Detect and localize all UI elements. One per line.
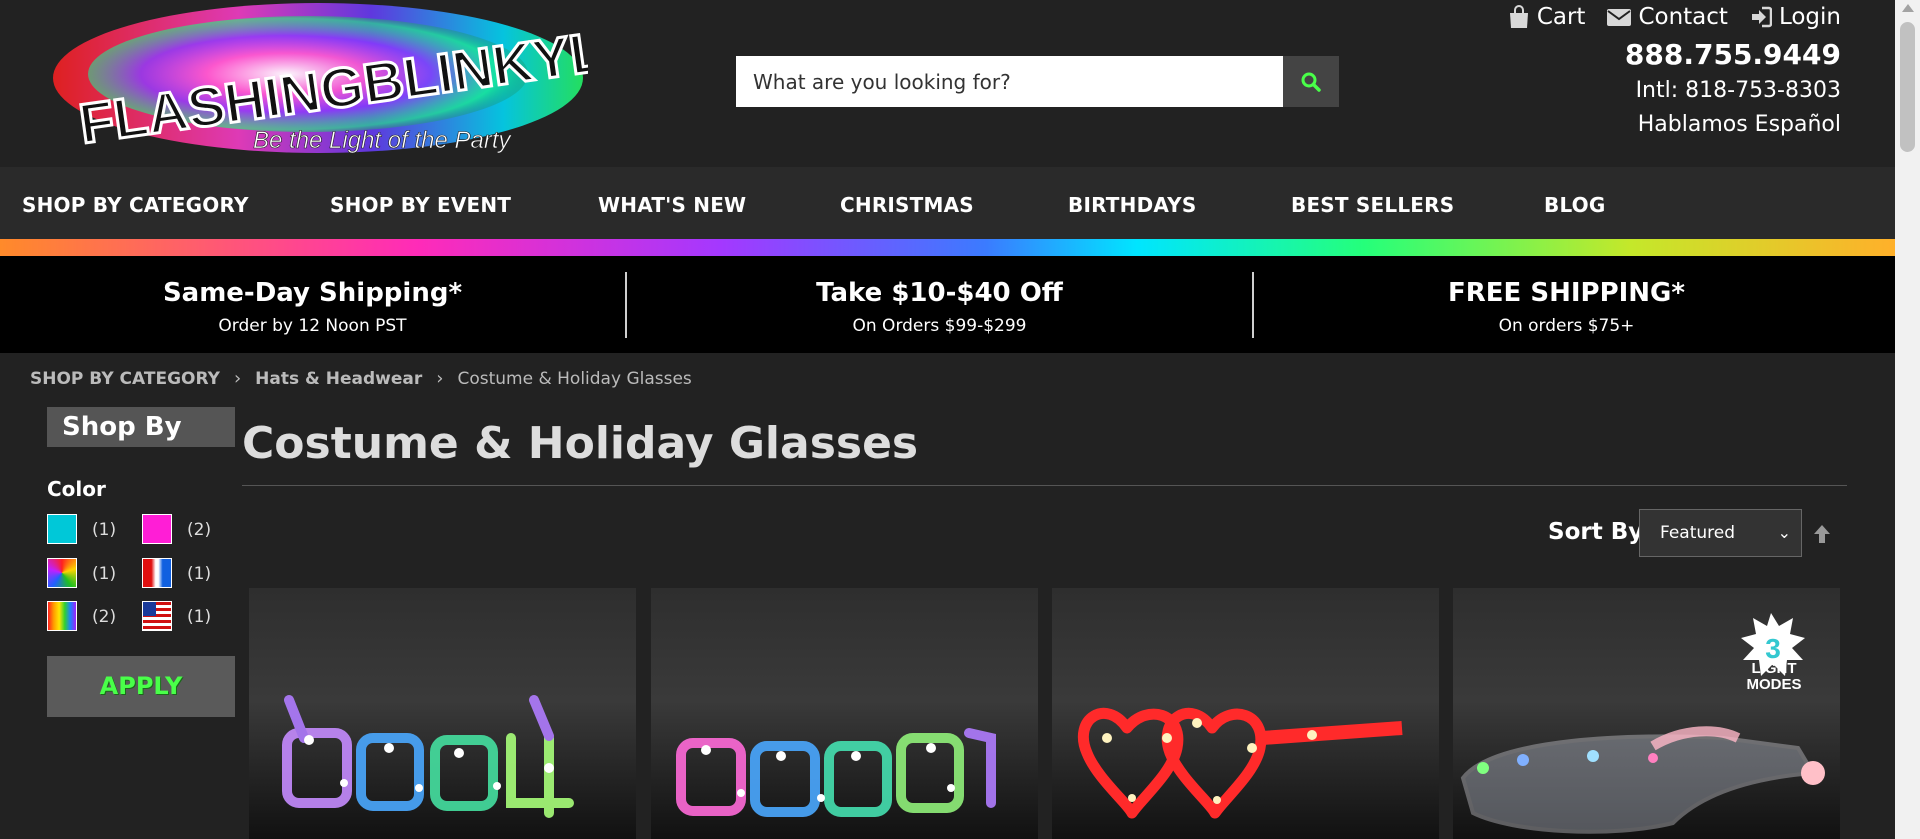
sort-select[interactable]: Featured ⌄ — [1639, 509, 1802, 557]
shopping-bag-icon — [1509, 5, 1528, 28]
sign-in-icon — [1751, 6, 1772, 28]
search-button[interactable] — [1283, 56, 1339, 107]
badge-number: 3 — [1765, 633, 1781, 664]
envelope-icon — [1607, 9, 1632, 26]
rainbow-divider — [0, 239, 1895, 256]
product-image-heart-glasses — [1077, 707, 1403, 819]
nav-blog[interactable]: BLOG — [1544, 193, 1606, 217]
breadcrumb: SHOP BY CATEGORY › Hats & Headwear › Cos… — [30, 368, 692, 389]
site-header: FLASHINGBLINKYLIGHTS Be the Light of the… — [0, 0, 1895, 167]
sort-by-label: Sort By — [1548, 519, 1644, 545]
swatch-multicolor[interactable] — [47, 558, 77, 588]
nav-christmas[interactable]: CHRISTMAS — [840, 193, 974, 217]
promo-free-shipping[interactable]: FREE SHIPPING* On orders $75+ — [1254, 256, 1879, 353]
swatch-count: (1) — [92, 564, 117, 584]
login-link[interactable]: Login — [1750, 4, 1841, 30]
contact-link[interactable]: Contact — [1607, 4, 1728, 30]
spanish-support: Hablamos Español — [1637, 112, 1841, 137]
main-nav: SHOP BY CATEGORY SHOP BY EVENT WHAT'S NE… — [0, 167, 1895, 239]
chevron-down-icon: ⌄ — [1777, 523, 1791, 542]
promo-subtitle: On orders $75+ — [1498, 316, 1635, 336]
promo-subtitle: On Orders $99-$299 — [852, 316, 1027, 336]
product-card-visor-glasses[interactable]: 3 LIGHT MODES — [1453, 588, 1840, 839]
cart-label: Cart — [1536, 4, 1586, 30]
product-card-2024-glasses[interactable] — [249, 588, 636, 839]
intl-phone[interactable]: Intl: 818-753-8303 — [1636, 78, 1841, 103]
breadcrumb-hats-headwear[interactable]: Hats & Headwear — [255, 369, 422, 389]
nav-whats-new[interactable]: WHAT'S NEW — [598, 193, 746, 217]
promo-title: Same-Day Shipping* — [162, 278, 463, 308]
shop-by-heading: Shop By — [47, 407, 235, 447]
chevron-right-icon: › — [233, 368, 242, 389]
swatch-pink[interactable] — [142, 514, 172, 544]
site-logo[interactable]: FLASHINGBLINKYLIGHTS Be the Light of the… — [48, 0, 779, 160]
search-bar — [736, 56, 1339, 107]
color-filter-label: Color — [47, 477, 106, 501]
search-icon — [1301, 72, 1321, 92]
product-image-2023-glasses — [676, 728, 996, 817]
product-card-heart-glasses[interactable] — [1052, 588, 1439, 839]
swatch-count: (2) — [187, 520, 212, 540]
scrollbar-thumb[interactable] — [1900, 22, 1915, 152]
title-divider — [242, 485, 1847, 486]
product-image-2024-glasses — [282, 695, 574, 818]
phone-number[interactable]: 888.755.9449 — [1625, 38, 1841, 71]
cart-link[interactable]: Cart — [1508, 4, 1586, 30]
badge-text: LIGHT MODES — [1746, 661, 1802, 693]
nav-shop-by-category[interactable]: SHOP BY CATEGORY — [22, 193, 249, 217]
nav-best-sellers[interactable]: BEST SELLERS — [1291, 193, 1454, 217]
sort-direction-icon[interactable] — [1813, 524, 1831, 544]
page-title: Costume & Holiday Glasses — [242, 418, 919, 469]
promo-same-day-shipping[interactable]: Same-Day Shipping* Order by 12 Noon PST — [0, 256, 625, 353]
swatch-count: (1) — [92, 520, 117, 540]
contact-label: Contact — [1638, 4, 1728, 30]
breadcrumb-shop-by-category[interactable]: SHOP BY CATEGORY — [30, 369, 220, 389]
swatch-red-white-blue[interactable] — [142, 558, 172, 588]
search-input[interactable] — [736, 56, 1283, 107]
chevron-right-icon: › — [436, 368, 444, 389]
product-card-2023-glasses[interactable] — [651, 588, 1038, 839]
promo-bar: Same-Day Shipping* Order by 12 Noon PST … — [0, 256, 1895, 353]
scroll-up-arrow-icon[interactable] — [1902, 4, 1914, 12]
swatch-usa-flag[interactable] — [142, 601, 172, 631]
breadcrumb-current: Costume & Holiday Glasses — [457, 368, 692, 389]
promo-subtitle: Order by 12 Noon PST — [218, 316, 407, 336]
sort-selected-value: Featured — [1660, 523, 1736, 543]
page-scrollbar[interactable] — [1895, 0, 1920, 839]
promo-title: FREE SHIPPING* — [1448, 278, 1685, 308]
swatch-cyan[interactable] — [47, 514, 77, 544]
product-image-visor-glasses: 3 LIGHT MODES — [1460, 613, 1825, 834]
promo-title: Take $10-$40 Off — [816, 278, 1063, 308]
swatch-count: (2) — [92, 607, 117, 627]
swatch-count: (1) — [187, 564, 212, 584]
login-label: Login — [1778, 4, 1841, 30]
logo-tagline: Be the Light of the Party — [253, 127, 512, 154]
top-links: Cart Contact Login — [1508, 4, 1841, 30]
promo-discount[interactable]: Take $10-$40 Off On Orders $99-$299 — [627, 256, 1252, 353]
apply-filter-button[interactable]: APPLY — [47, 656, 235, 717]
swatch-count: (1) — [187, 607, 212, 627]
nav-shop-by-event[interactable]: SHOP BY EVENT — [330, 193, 511, 217]
nav-birthdays[interactable]: BIRTHDAYS — [1068, 193, 1196, 217]
swatch-rainbow[interactable] — [47, 601, 77, 631]
